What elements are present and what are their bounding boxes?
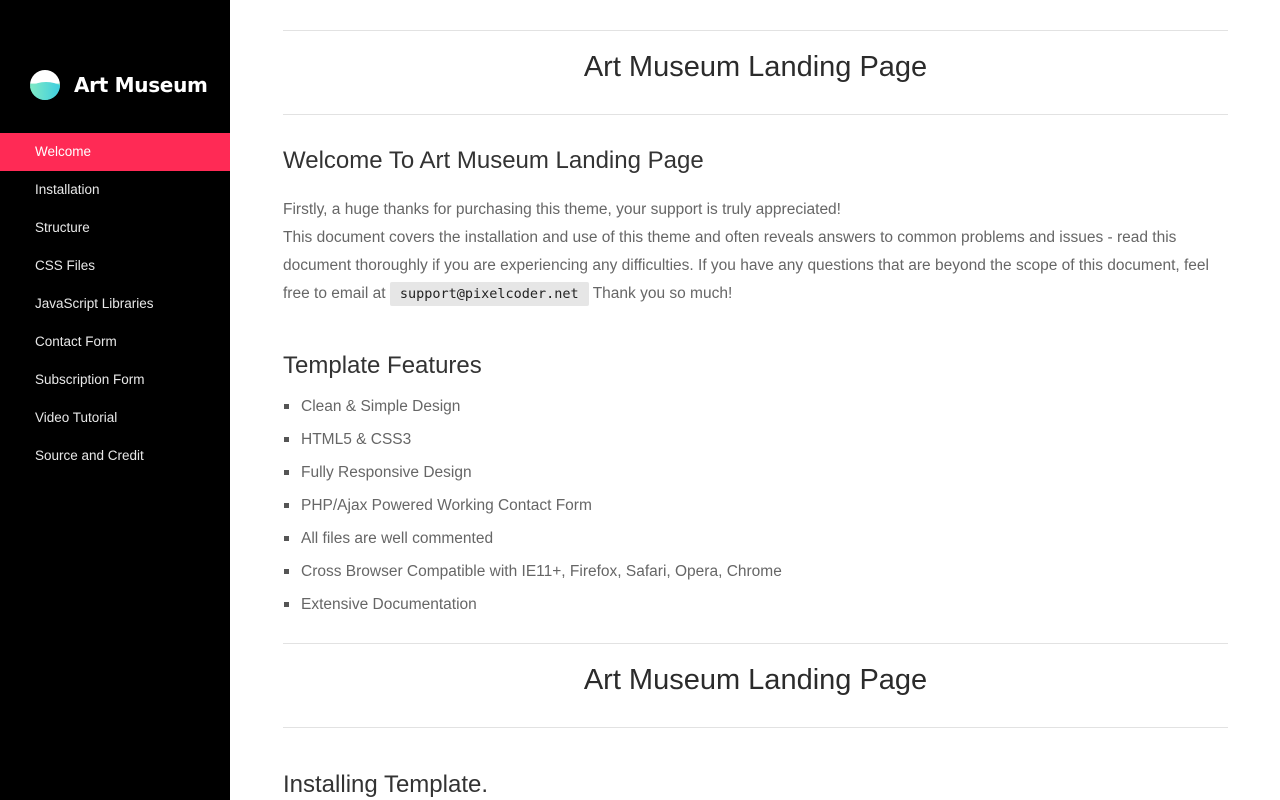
list-item: Extensive Documentation [283,588,782,621]
sidebar-item-css-files[interactable]: CSS Files [0,247,230,285]
support-email[interactable]: support@pixelcoder.net [389,282,589,306]
bullet-icon [284,569,289,574]
sidebar-nav: Welcome Installation Structure CSS Files… [0,133,230,475]
divider [283,643,1228,644]
sidebar-item-video-tutorial[interactable]: Video Tutorial [0,399,230,437]
brand[interactable]: Art Museum [30,69,208,101]
sidebar-item-contact-form[interactable]: Contact Form [0,323,230,361]
sidebar-item-installation[interactable]: Installation [0,171,230,209]
main-content: Art Museum Landing Page Welcome To Art M… [283,0,1228,800]
divider [283,30,1228,31]
bullet-icon [284,437,289,442]
brand-name: Art Museum [74,73,208,97]
welcome-text: Firstly, a huge thanks for purchasing th… [283,196,1223,308]
bullet-icon [284,470,289,475]
welcome-line-3: Thank you so much! [592,285,733,302]
list-item: Cross Browser Compatible with IE11+, Fir… [283,555,782,588]
art-museum-logo-icon [30,70,60,100]
sidebar-item-source-and-credit[interactable]: Source and Credit [0,437,230,475]
bullet-icon [284,536,289,541]
sidebar-item-welcome[interactable]: Welcome [0,133,230,171]
sidebar: Art Museum Welcome Installation Structur… [0,0,230,800]
bullet-icon [284,404,289,409]
features-list: Clean & Simple Design HTML5 & CSS3 Fully… [283,390,782,621]
features-title: Template Features [283,352,482,379]
bullet-icon [284,503,289,508]
divider [283,114,1228,115]
installing-title: Installing Template. [283,771,489,798]
welcome-line-1: Firstly, a huge thanks for purchasing th… [283,201,841,218]
sidebar-item-structure[interactable]: Structure [0,209,230,247]
sidebar-item-javascript-libraries[interactable]: JavaScript Libraries [0,285,230,323]
welcome-title: Welcome To Art Museum Landing Page [283,147,704,174]
page-heading-2: Art Museum Landing Page [583,664,928,696]
sidebar-item-subscription-form[interactable]: Subscription Form [0,361,230,399]
list-item: Clean & Simple Design [283,390,782,423]
list-item: Fully Responsive Design [283,456,782,489]
list-item: All files are well commented [283,522,782,555]
list-item: PHP/Ajax Powered Working Contact Form [283,489,782,522]
page-heading: Art Museum Landing Page [583,51,928,83]
divider [283,727,1228,728]
bullet-icon [284,602,289,607]
list-item: HTML5 & CSS3 [283,423,782,456]
